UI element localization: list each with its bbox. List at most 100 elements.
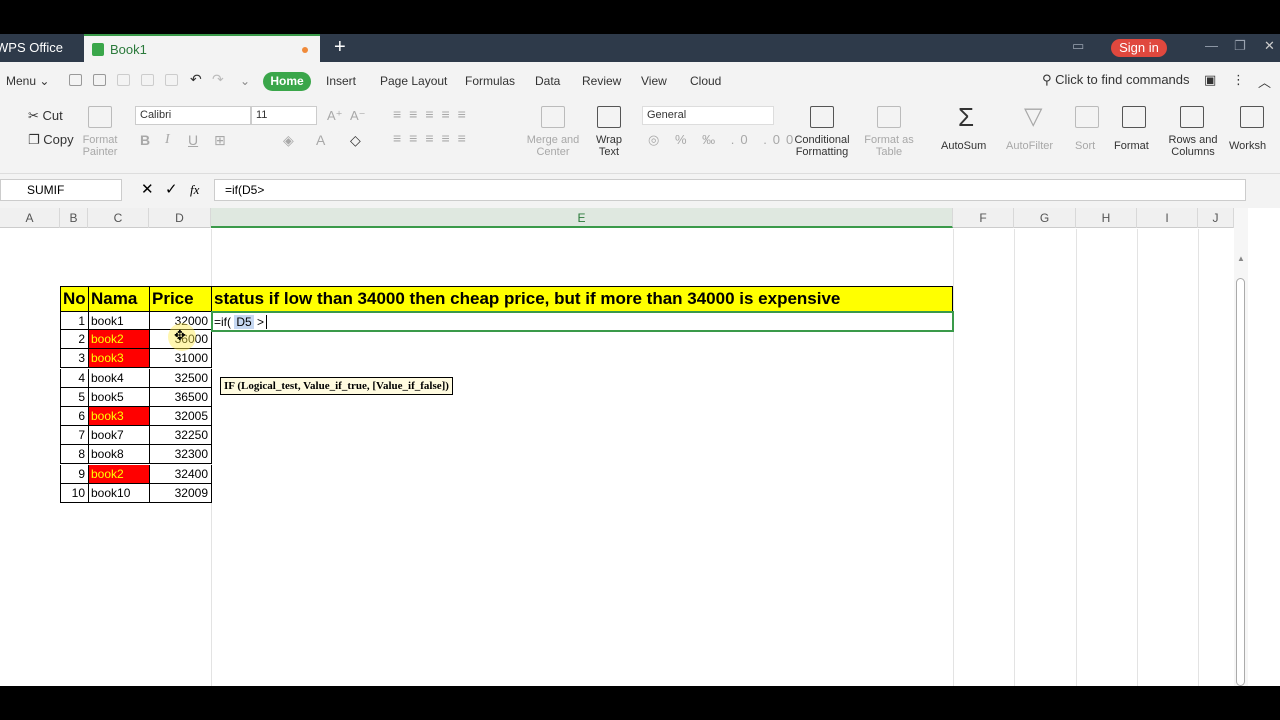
sign-in-button[interactable]: Sign in (1111, 39, 1167, 57)
conditional-formatting-button[interactable]: Conditional Formatting (786, 134, 858, 158)
cell-no[interactable]: 7 (60, 426, 89, 446)
undo-icon[interactable]: ↶ (190, 71, 202, 88)
column-header-h[interactable]: H (1076, 208, 1137, 228)
cell-name[interactable]: book3 (88, 349, 150, 369)
wrap-text-button[interactable]: Wrap Text (588, 134, 630, 158)
cell-no[interactable]: 4 (60, 368, 89, 388)
cell-name[interactable]: book5 (88, 387, 150, 407)
cut-button[interactable]: ✂ Cut (28, 108, 63, 124)
tab-view[interactable]: View (641, 74, 667, 88)
clear-format-icon[interactable]: ◇ (350, 132, 361, 149)
column-header-f[interactable]: F (953, 208, 1014, 228)
sort-button[interactable]: Sort (1075, 140, 1095, 152)
cell-price[interactable]: 32400 (149, 464, 212, 484)
cell-no[interactable]: 3 (60, 349, 89, 369)
vertical-align-icons[interactable]: ≡≡≡≡≡ (393, 106, 474, 122)
confirm-formula-icon[interactable]: ✓ (165, 180, 178, 198)
scroll-up-icon[interactable]: ▲ (1237, 254, 1245, 263)
active-cell-e5[interactable]: =if( D5 > (211, 311, 954, 332)
cell-no[interactable]: 2 (60, 330, 89, 350)
number-format-icons[interactable]: ◎ % ‰ .0 .00 (648, 132, 799, 148)
scrollbar-thumb[interactable] (1236, 278, 1245, 686)
layout-icon[interactable]: ▭ (1072, 38, 1084, 54)
collapse-ribbon-icon[interactable]: ︿ (1258, 72, 1271, 91)
cell-price[interactable]: 36500 (149, 387, 212, 407)
cell-no[interactable]: 1 (60, 311, 89, 330)
format-as-table-button[interactable]: Format as Table (862, 134, 916, 158)
header-price[interactable]: Price (149, 286, 212, 312)
formula-input[interactable]: =if(D5> (214, 179, 1246, 201)
more-options-icon[interactable]: ⋮ (1232, 72, 1245, 88)
worksheet-button[interactable]: Worksh (1229, 140, 1266, 152)
header-no[interactable]: No (60, 286, 89, 312)
italic-icon[interactable]: I (165, 132, 170, 148)
cancel-formula-icon[interactable]: ✕ (141, 180, 154, 198)
underline-icon[interactable]: U (188, 132, 198, 148)
font-size-select[interactable]: 11 (251, 106, 317, 125)
new-tab-button[interactable]: + (334, 34, 346, 60)
font-color-icon[interactable]: A (316, 132, 325, 148)
tab-home[interactable]: Home (263, 72, 311, 91)
cell-price[interactable]: 32009 (149, 483, 212, 503)
increase-font-icon[interactable]: A⁺ (327, 108, 343, 124)
restore-icon[interactable]: ❐ (1234, 38, 1246, 54)
export-pdf-icon[interactable] (117, 74, 130, 86)
comment-icon[interactable]: ▣ (1204, 72, 1216, 88)
cell-price[interactable]: 32300 (149, 445, 212, 465)
column-header-b[interactable]: B (60, 208, 88, 228)
cell-no[interactable]: 5 (60, 387, 89, 407)
tab-insert[interactable]: Insert (326, 74, 356, 88)
print-icon[interactable] (141, 74, 154, 86)
cell-name[interactable]: book8 (88, 445, 150, 465)
format-painter-button[interactable]: Format Painter (80, 134, 120, 158)
header-nama[interactable]: Nama (88, 286, 150, 312)
tab-cloud[interactable]: Cloud (690, 74, 721, 88)
cell-price[interactable]: 32250 (149, 426, 212, 446)
save-icon[interactable] (93, 74, 106, 86)
column-header-d[interactable]: D (149, 208, 211, 228)
copy-button[interactable]: ❐ Copy (28, 132, 74, 148)
decrease-font-icon[interactable]: A⁻ (350, 108, 366, 124)
quick-access-dropdown-icon[interactable]: ⌄ (240, 74, 250, 88)
cell-no[interactable]: 10 (60, 483, 89, 503)
bold-icon[interactable]: B (140, 132, 150, 148)
cell-price[interactable]: 32500 (149, 368, 212, 388)
cell-name[interactable]: book10 (88, 483, 150, 503)
cell-name[interactable]: book1 (88, 311, 150, 330)
column-header-i[interactable]: I (1137, 208, 1198, 228)
tab-wps-office[interactable]: WPS Office (0, 34, 74, 62)
tab-formulas[interactable]: Formulas (465, 74, 515, 88)
number-format-select[interactable]: General (642, 106, 774, 125)
cell-price[interactable]: 32005 (149, 407, 212, 426)
close-icon[interactable]: ✕ (1264, 38, 1275, 54)
find-commands-search[interactable]: ⚲ Click to find commands (1042, 72, 1190, 88)
font-name-select[interactable]: Calibri (135, 106, 251, 125)
cell-name[interactable]: book7 (88, 426, 150, 446)
horizontal-align-icons[interactable]: ≡≡≡≡≡ (393, 130, 474, 146)
cell-no[interactable]: 8 (60, 445, 89, 465)
column-header-e[interactable]: E (211, 208, 953, 228)
name-box[interactable]: SUMIF (0, 179, 122, 201)
merge-center-button[interactable]: Merge and Center (522, 134, 584, 158)
cell-name[interactable]: book2 (88, 330, 150, 350)
cell-no[interactable]: 9 (60, 464, 89, 484)
column-header-j[interactable]: J (1198, 208, 1234, 228)
column-header-a[interactable]: A (0, 208, 60, 228)
column-header-c[interactable]: C (88, 208, 149, 228)
cell-name[interactable]: book2 (88, 464, 150, 484)
tab-book1[interactable]: Book1 (84, 34, 320, 62)
tab-review[interactable]: Review (582, 74, 621, 88)
cell-price[interactable]: 31000 (149, 349, 212, 369)
format-button[interactable]: Format (1114, 140, 1149, 152)
vertical-scrollbar[interactable]: ▲ (1234, 208, 1248, 686)
open-icon[interactable] (69, 74, 82, 86)
column-header-g[interactable]: G (1014, 208, 1076, 228)
borders-icon[interactable]: ⊞ (214, 132, 226, 149)
insert-function-icon[interactable]: fx (190, 182, 199, 198)
cell-name[interactable]: book3 (88, 407, 150, 426)
cell-name[interactable]: book4 (88, 368, 150, 388)
autofilter-button[interactable]: AutoFilter (1006, 140, 1053, 152)
menu-button[interactable]: Menu ⌄ (6, 74, 49, 88)
print-preview-icon[interactable] (165, 74, 178, 86)
cell-no[interactable]: 6 (60, 407, 89, 426)
